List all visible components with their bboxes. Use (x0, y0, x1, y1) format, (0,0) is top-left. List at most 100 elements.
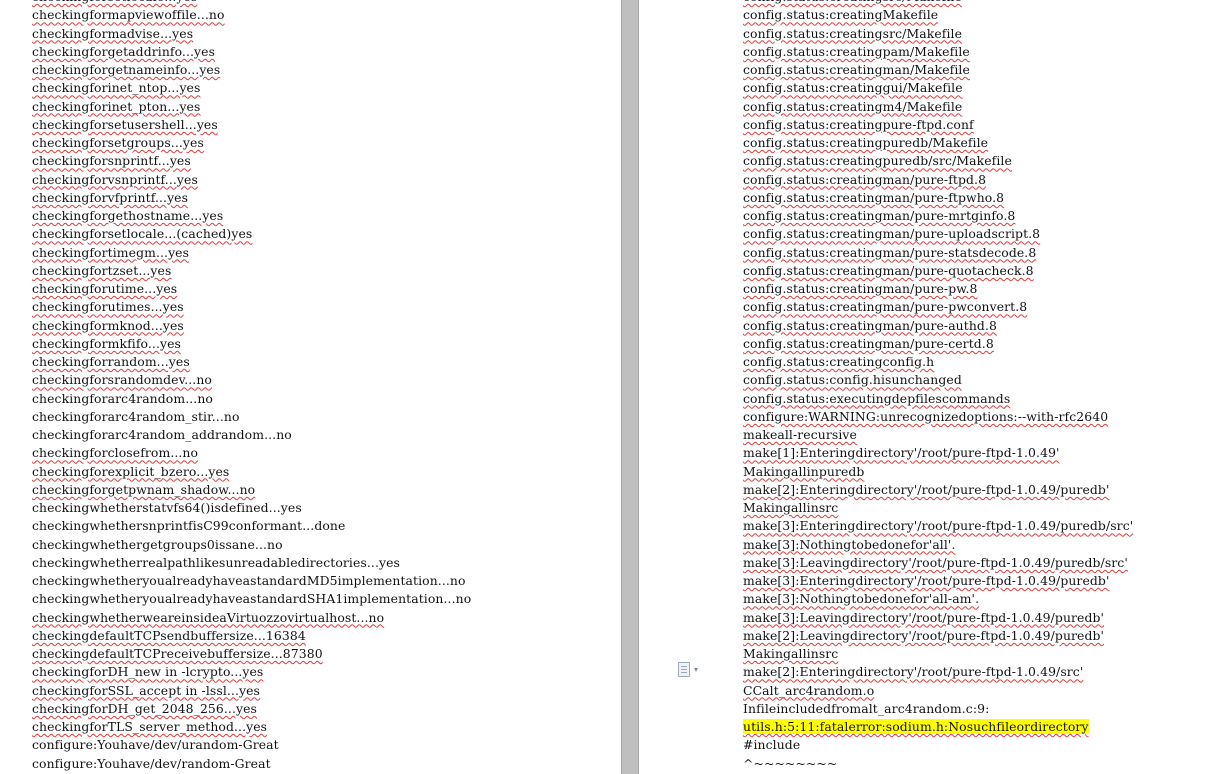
text-line[interactable]: checkingfortzset...yes (32, 262, 471, 280)
text-line[interactable]: make[3]:Nothingtobedonefor'all'. (743, 536, 1133, 554)
text-line[interactable]: make[3]:Leavingdirectory'/root/pure-ftpd… (743, 609, 1133, 627)
text-line[interactable]: make[3]:Enteringdirectory'/root/pure-ftp… (743, 517, 1133, 535)
text-line[interactable]: config.status:creatingman/pure-pw.8 (743, 280, 1133, 298)
text-line[interactable]: checkingdefaultTCPsendbuffersize...16384 (32, 627, 471, 645)
text-line[interactable]: checkingforarc4random_addrandom...no (32, 426, 471, 444)
text-line[interactable]: checkingdefaultTCPreceivebuffersize...87… (32, 645, 471, 663)
text-line[interactable]: checkingforSSL_accept in -lssl...yes (32, 682, 471, 700)
text-line-content: checkingforutime...yes (32, 281, 178, 296)
text-line[interactable]: config.status:creatingman/pure-mrtginfo.… (743, 207, 1133, 225)
text-line[interactable]: make[3]:Leavingdirectory'/root/pure-ftpd… (743, 554, 1133, 572)
text-line-content: checkingfortimegm...yes (32, 244, 190, 260)
text-line[interactable]: checkingforgethostname...yes (32, 207, 471, 225)
text-line[interactable]: checkingformkfifo...yes (32, 335, 471, 353)
text-line[interactable]: checkingformknod...yes (32, 317, 471, 335)
text-line[interactable]: Makingallinsrc (743, 645, 1133, 663)
text-line[interactable]: checkingwhetheryoualreadyhaveastandardMD… (32, 572, 471, 590)
text-line[interactable]: checkingforTLS_server_method...yes (32, 718, 471, 736)
text-line[interactable]: checkingforDH_new in -lcrypto...yes (32, 663, 471, 681)
text-line[interactable]: Makingallinpuredb (743, 463, 1133, 481)
text-line[interactable]: checkingwhetheryoualreadyhaveastandardSH… (32, 590, 471, 608)
text-line[interactable]: config.status:creatingman/pure-uploadscr… (743, 225, 1133, 243)
text-line-content: checkingformadvise...yes (32, 25, 194, 41)
text-line[interactable]: config.status:creatingman/pure-quotachec… (743, 262, 1133, 280)
text-line[interactable]: config.status:creatingman/pure-certd.8 (743, 335, 1133, 353)
text-line[interactable]: config.status:creatingman/pure-pwconvert… (743, 298, 1133, 316)
text-line[interactable]: make[2]:Leavingdirectory'/root/pure-ftpd… (743, 627, 1133, 645)
text-line[interactable]: checkingformadvise...yes (32, 25, 471, 43)
text-line[interactable]: checkingforsnprintf...yes (32, 152, 471, 170)
text-line[interactable]: checkingforDH_get_2048_256...yes (32, 700, 471, 718)
text-line[interactable]: checkingforsetlocale...(cached)yes (32, 225, 471, 243)
text-line[interactable]: checkingforutime...yes (32, 280, 471, 298)
text-line-content: checkingwhethergetgroups0issane...no (32, 536, 283, 552)
text-line[interactable]: config.status:creatingpuredb/src/Makefil… (743, 152, 1133, 170)
text-line[interactable]: Makingallinsrc (743, 499, 1133, 517)
text-line[interactable]: config.status:creatingman/pure-ftpwho.8 (743, 189, 1133, 207)
text-line[interactable]: checkingforexplicit_bzero...yes (32, 463, 471, 481)
text-line[interactable]: checkingfortimegm...yes (32, 244, 471, 262)
text-line[interactable]: checkingforsetusershell...yes (32, 116, 471, 134)
text-line-content: checkingformapviewoffile...no (32, 7, 225, 23)
text-line[interactable]: checkingforrandom...yes (32, 353, 471, 371)
text-line[interactable]: config.status:config.hisunchanged (743, 371, 1133, 389)
text-line[interactable]: config.status:creatinggui/Makefile (743, 79, 1133, 97)
text-line[interactable]: checkingforarc4random...no (32, 390, 471, 408)
text-line-content: make[3]:Enteringdirectory'/root/pure-ftp… (743, 518, 1134, 534)
text-line[interactable]: make[3]:Nothingtobedonefor'all-am'. (743, 590, 1133, 608)
text-line[interactable]: config.status:creatingpuredb/Makefile (743, 134, 1133, 152)
text-line[interactable]: config.status:creatingconfig.h (743, 353, 1133, 371)
text-line[interactable]: checkingwhetherrealpathlikesunreadabledi… (32, 554, 471, 572)
text-line-content: checkingforgetaddrinfo...yes (32, 43, 216, 59)
text-line[interactable]: config.status:creatingMakefile (743, 6, 1133, 24)
text-line[interactable]: checkingwhetherweareinsideaVirtuozzovirt… (32, 609, 471, 627)
text-line-content: config.status:config.hisunchanged (743, 372, 962, 388)
text-line[interactable]: checkingforinet_ntop...yes (32, 79, 471, 97)
paste-options-button[interactable]: ▾ (678, 660, 712, 678)
text-line[interactable]: configure:WARNING:unrecognizedoptions:--… (743, 408, 1133, 426)
text-line[interactable]: config.status:creatingman/Makefile (743, 61, 1133, 79)
text-line[interactable]: checkingforclosefrom...no (32, 444, 471, 462)
text-line[interactable]: config.status:creatingman/pure-authd.8 (743, 317, 1133, 335)
text-line[interactable]: make[1]:Enteringdirectory'/root/pure-ftp… (743, 444, 1133, 462)
text-line[interactable]: checkingwhethersnprintfisC99conformant..… (32, 517, 471, 535)
text-line[interactable]: config.status:creatingm4/Makefile (743, 98, 1133, 116)
text-line[interactable]: checkingforvfprintf...yes (32, 189, 471, 207)
text-line[interactable]: checkingforinet_pton...yes (32, 98, 471, 116)
text-line[interactable]: checkingwhetherstatvfs64()isdefined...ye… (32, 499, 471, 517)
text-line[interactable]: config.status:creatingsrc/Makefile (743, 25, 1133, 43)
text-line[interactable]: config.status:creatingman/pure-statsdeco… (743, 244, 1133, 262)
text-line[interactable]: configure:Youhave/dev/urandom-Great (32, 736, 471, 754)
text-line[interactable]: checkingforsrandomdev...no (32, 371, 471, 389)
text-line[interactable]: config.status:creatingman/pure-ftpd.8 (743, 171, 1133, 189)
text-line[interactable]: config.status:creatingpam/Makefile (743, 43, 1133, 61)
text-line-content: checkingforgethostname...yes (32, 208, 224, 223)
text-line[interactable]: utils.h:5:11:fatalerror:sodium.h:Nosuchf… (743, 718, 1133, 736)
text-line-content: #include (743, 737, 801, 753)
text-line-content: config.status:creatingman/Makefile (743, 62, 970, 77)
text-line-content: config.status:creatingman/pure-pw.8 (743, 281, 978, 296)
text-line[interactable]: checkingforutimes...yes (32, 298, 471, 316)
text-line[interactable]: configure:Youhave/dev/random-Great (32, 755, 471, 773)
text-line[interactable]: config.status:creatingpure-ftpd.conf (743, 116, 1133, 134)
text-line[interactable]: checkingforvsnprintf...yes (32, 171, 471, 189)
text-line[interactable]: makeall-recursive (743, 426, 1133, 444)
text-line[interactable]: make[3]:Enteringdirectory'/root/pure-ftp… (743, 572, 1133, 590)
text-line[interactable]: make[2]:Enteringdirectory'/root/pure-ftp… (743, 663, 1133, 681)
text-line[interactable]: Infileincludedfromalt_arc4random.c:9: (743, 700, 1133, 718)
text-line[interactable]: CCalt_arc4random.o (743, 682, 1133, 700)
text-line[interactable]: checkingforsetgroups...yes (32, 134, 471, 152)
text-line[interactable]: checkingformapviewoffile...no (32, 6, 471, 24)
text-line[interactable]: checkingforarc4random_stir...no (32, 408, 471, 426)
text-line[interactable]: config.status:executingdepfilescommands (743, 390, 1133, 408)
text-line-content: checkingforutimes...yes (32, 299, 184, 315)
text-line-content: makeall-recursive (743, 427, 857, 442)
text-line[interactable]: checkingwhethergetgroups0issane...no (32, 536, 471, 554)
text-line-content: checkingforsetusershell...yes (32, 116, 218, 132)
text-line[interactable]: checkingforgetaddrinfo...yes (32, 43, 471, 61)
text-line[interactable]: make[2]:Enteringdirectory'/root/pure-ftp… (743, 481, 1133, 499)
text-line[interactable]: checkingforgetnameinfo...yes (32, 61, 471, 79)
text-line[interactable]: ^~~~~~~~~ (743, 755, 1133, 773)
text-line[interactable]: checkingforgetpwnam_shadow...no (32, 481, 471, 499)
text-line[interactable]: #include (743, 736, 1133, 754)
